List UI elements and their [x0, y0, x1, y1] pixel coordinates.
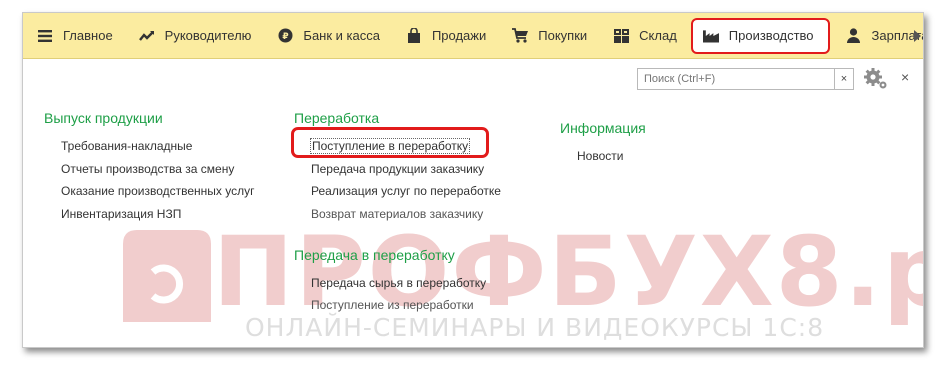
person-icon [846, 28, 862, 44]
trend-icon [138, 28, 155, 44]
command-news[interactable]: Новости [577, 149, 623, 163]
shopping-bag-icon [406, 28, 422, 44]
search-input[interactable] [637, 68, 835, 90]
command-processing-services-sale[interactable]: Реализация услуг по переработке [311, 184, 501, 198]
section-label: Продажи [431, 28, 487, 43]
command-requisitions[interactable]: Требования-накладные [61, 139, 192, 153]
command-return-materials-to-customer[interactable]: Возврат материалов заказчику [311, 207, 483, 221]
section-management[interactable]: Руководителю [125, 13, 264, 59]
group-title-information: Информация [560, 120, 646, 136]
section-label: Покупки [538, 28, 588, 43]
watermark-logo-icon [123, 230, 211, 327]
section-production[interactable]: Производство [690, 17, 830, 54]
close-icon[interactable]: × [901, 69, 909, 85]
section-bank-cash[interactable]: ₽ Банк и касса [263, 13, 392, 59]
command-receipt-from-processing[interactable]: Поступление из переработки [311, 298, 474, 312]
ruble-coin-icon: ₽ [277, 28, 293, 44]
section-label: Склад [639, 28, 677, 43]
group-title-output: Выпуск продукции [44, 110, 163, 126]
section-salary[interactable]: Зарплата и к [832, 13, 923, 59]
section-label: Производство [728, 28, 814, 43]
section-purchases[interactable]: Покупки [498, 13, 599, 59]
menu-icon [37, 28, 53, 44]
section-sales[interactable]: Продажи [392, 13, 498, 59]
command-production-services[interactable]: Оказание производственных услуг [61, 184, 254, 198]
warehouse-grid-icon [613, 28, 629, 44]
highlight-frame [291, 127, 489, 158]
group-title-outsourcing: Передача в переработку [294, 247, 455, 263]
watermark-tagline: ОНЛАЙН-СЕМИНАРЫ И ВИДЕОКУРСЫ 1С:8 [245, 313, 825, 342]
search-clear-button[interactable]: × [835, 68, 854, 90]
factory-icon [702, 28, 719, 44]
section-label: Главное [63, 28, 113, 43]
sections-panel: Главное Руководителю ₽ Банк и касса Прод… [23, 13, 923, 59]
command-wip-inventory[interactable]: Инвентаризация НЗП [61, 207, 181, 221]
section-main[interactable]: Главное [23, 13, 125, 59]
svg-text:₽: ₽ [282, 32, 288, 42]
app-window: Главное Руководителю ₽ Банк и касса Прод… [22, 12, 924, 348]
command-transfer-products-to-customer[interactable]: Передача продукции заказчику [311, 162, 484, 176]
command-transfer-raw-materials[interactable]: Передача сырья в переработку [311, 276, 486, 290]
section-warehouse[interactable]: Склад [599, 13, 689, 59]
section-label: Банк и касса [303, 28, 380, 43]
cart-icon [512, 28, 529, 44]
gear-icon[interactable] [863, 67, 889, 91]
section-label: Руководителю [164, 28, 252, 43]
scroll-right-icon[interactable] [914, 30, 921, 42]
group-title-processing: Переработка [294, 110, 380, 126]
command-shift-reports[interactable]: Отчеты производства за смену [61, 162, 234, 176]
